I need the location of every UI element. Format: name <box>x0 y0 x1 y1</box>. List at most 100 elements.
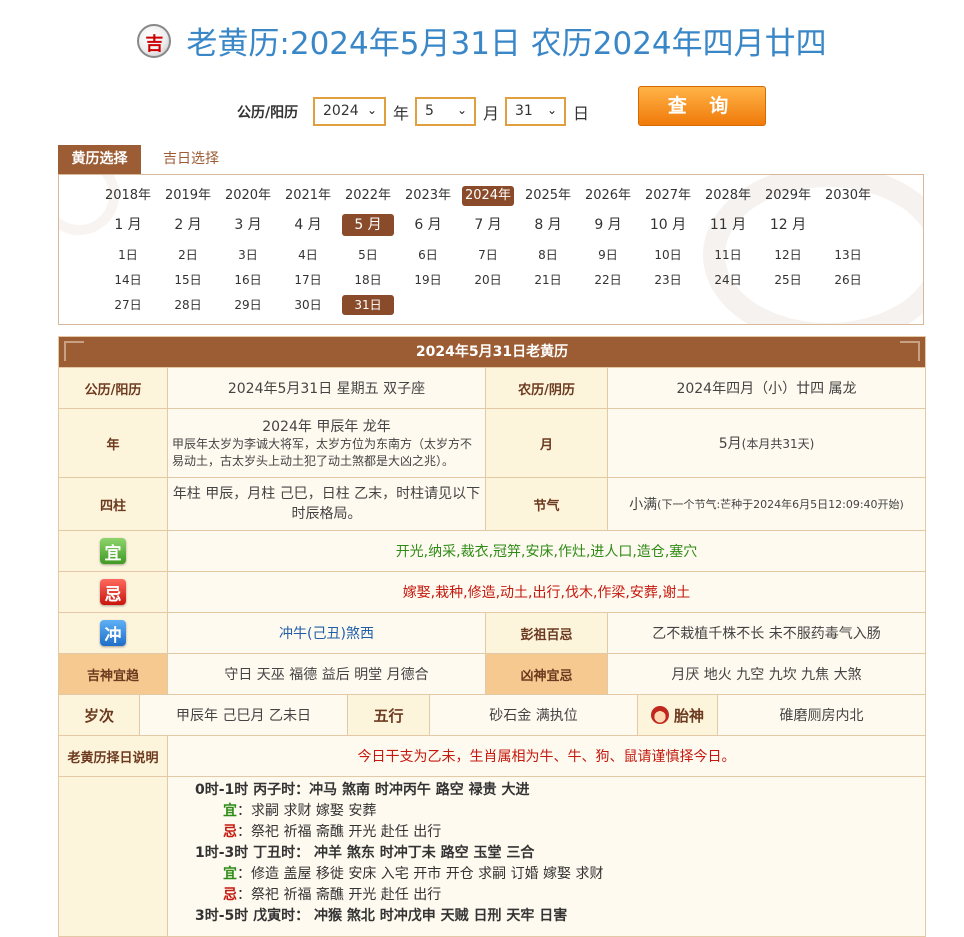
explain-value: 今日干支为乙未，生肖属相为牛、牛、狗、鼠请谨慎择今日。 <box>167 736 925 776</box>
hours-label-cell <box>59 777 167 936</box>
day-option[interactable]: 26日 <box>822 270 874 290</box>
day-option[interactable]: 24日 <box>702 270 754 290</box>
day-option[interactable]: 3日 <box>222 245 274 265</box>
day-option[interactable]: 31日 <box>342 295 394 315</box>
year-option[interactable]: 2026年 <box>582 186 634 206</box>
day-option[interactable]: 4日 <box>282 245 334 265</box>
month-main: 5月 <box>718 436 742 452</box>
day-option[interactable]: 11日 <box>702 245 754 265</box>
day-option[interactable]: 7日 <box>462 245 514 265</box>
month-option[interactable]: 4 月 <box>282 214 334 236</box>
day-option[interactable]: 25日 <box>762 270 814 290</box>
ji-icon-cell: 忌 <box>59 572 167 612</box>
day-option[interactable]: 18日 <box>342 270 394 290</box>
day-option[interactable]: 8日 <box>522 245 574 265</box>
day-option[interactable]: 5日 <box>342 245 394 265</box>
day-option[interactable]: 28日 <box>162 295 214 315</box>
year-option[interactable]: 2020年 <box>222 186 274 206</box>
lunar-label: 农历/阴历 <box>485 368 607 408</box>
month-option[interactable]: 6 月 <box>402 214 454 236</box>
year-option[interactable]: 2018年 <box>102 186 154 206</box>
ji-value: 嫁娶,栽种,修造,动土,出行,伐木,作梁,安葬,谢土 <box>167 572 925 612</box>
yi-value: 开光,纳采,裁衣,冠笄,安床,作灶,进人口,造仓,塞穴 <box>167 531 925 571</box>
xiongshen-label: 凶神宜忌 <box>485 654 607 694</box>
year-option[interactable]: 2028年 <box>702 186 754 206</box>
month-option[interactable]: 9 月 <box>582 214 634 236</box>
hour-head: 1时-3时 丁丑时： 冲羊 煞东 时冲丁未 路空 玉堂 三合 <box>195 845 535 861</box>
pillars-label: 四柱 <box>59 478 167 530</box>
tab-almanac[interactable]: 黄历选择 <box>58 145 141 174</box>
chong-value: 冲牛(己丑)煞西 <box>167 613 485 653</box>
year-option[interactable]: 2023年 <box>402 186 454 206</box>
wuxing-value: 砂石金 满执位 <box>429 695 637 735</box>
yi-icon: 宜 <box>100 538 126 564</box>
day-option[interactable]: 9日 <box>582 245 634 265</box>
day-option[interactable]: 29日 <box>222 295 274 315</box>
day-option[interactable]: 2日 <box>162 245 214 265</box>
day-option[interactable]: 13日 <box>822 245 874 265</box>
solar-term-label: 节气 <box>485 478 607 530</box>
month-option[interactable]: 7 月 <box>462 214 514 236</box>
year-option[interactable]: 2025年 <box>522 186 574 206</box>
year-option[interactable]: 2030年 <box>822 186 874 206</box>
day-option[interactable]: 6日 <box>402 245 454 265</box>
almanac-heading: 2024年5月31日老黄历 <box>59 337 925 367</box>
year-option[interactable]: 2029年 <box>762 186 814 206</box>
suici-value: 甲辰年 己巳月 乙未日 <box>139 695 347 735</box>
chong-icon: 冲 <box>100 620 126 646</box>
day-option[interactable]: 14日 <box>102 270 154 290</box>
year-option[interactable]: 2019年 <box>162 186 214 206</box>
month-option[interactable]: 2 月 <box>162 214 214 236</box>
chevron-down-icon: ⌄ <box>456 103 467 117</box>
pillars-value: 年柱 甲辰，月柱 己巳，日柱 乙末，时柱请见以下时辰格局。 <box>167 478 485 530</box>
year-option[interactable]: 2024年 <box>462 186 514 206</box>
month-option[interactable]: 12 月 <box>762 214 814 236</box>
day-option[interactable]: 12日 <box>762 245 814 265</box>
row-gods: 吉神宜趋 守日 天巫 福德 益后 明堂 月德合 凶神宜忌 月厌 地火 九空 九坎… <box>59 653 925 694</box>
pengzu-value: 乙不栽植千株不长 未不服药毒气入肠 <box>607 613 925 653</box>
year-note: 甲辰年太岁为李诚大将军，太岁方位为东南方（太岁方不易动土，古太岁头上动土犯了动土… <box>172 437 473 468</box>
month-option[interactable]: 8 月 <box>522 214 574 236</box>
year-option[interactable]: 2021年 <box>282 186 334 206</box>
taishen-cell: 胎神 <box>637 695 717 735</box>
month-option[interactable]: 10 月 <box>642 214 694 236</box>
pengzu-label: 彭祖百忌 <box>485 613 607 653</box>
year-select[interactable]: 2024 ⌄ <box>313 97 386 126</box>
day-option[interactable]: 23日 <box>642 270 694 290</box>
month-select[interactable]: 5 ⌄ <box>415 97 476 126</box>
year-cell: 2024年 甲辰年 龙年 甲辰年太岁为李诚大将军，太岁方位为东南方（太岁方不易动… <box>167 409 485 477</box>
day-select[interactable]: 31 ⌄ <box>505 97 566 126</box>
day-option[interactable]: 16日 <box>222 270 274 290</box>
day-option[interactable]: 27日 <box>102 295 154 315</box>
day-option[interactable]: 1日 <box>102 245 154 265</box>
day-option[interactable]: 10日 <box>642 245 694 265</box>
year-option[interactable]: 2027年 <box>642 186 694 206</box>
day-option[interactable]: 20日 <box>462 270 514 290</box>
solar-term-note: (下一个节气:芒种于2024年6月5日12:09:40开始) <box>657 498 904 511</box>
month-option[interactable]: 5 月 <box>342 214 394 236</box>
row-year-month: 年 2024年 甲辰年 龙年 甲辰年太岁为李诚大将军，太岁方位为东南方（太岁方不… <box>59 408 925 477</box>
ji-icon: 忌 <box>100 579 126 605</box>
hour-head: 0时-1时 丙子时：冲马 煞南 时冲丙午 路空 禄贵 大进 <box>195 782 530 798</box>
month-option[interactable]: 3 月 <box>222 214 274 236</box>
jishen-label: 吉神宜趋 <box>59 654 167 694</box>
row-chong: 冲 冲牛(己丑)煞西 彭祖百忌 乙不栽植千株不长 未不服药毒气入肠 <box>59 612 925 653</box>
month-option[interactable]: 1 月 <box>102 214 154 236</box>
query-button[interactable]: 查 询 <box>638 86 766 126</box>
year-option[interactable]: 2022年 <box>342 186 394 206</box>
day-option[interactable]: 17日 <box>282 270 334 290</box>
row-suici: 岁次 甲辰年 己巳月 乙未日 五行 砂石金 满执位 胎神 碓磨厕房内北 <box>59 694 925 735</box>
row-ji: 忌 嫁娶,栽种,修造,动土,出行,伐木,作梁,安葬,谢土 <box>59 571 925 612</box>
day-option[interactable]: 19日 <box>402 270 454 290</box>
suici-label: 岁次 <box>59 695 139 735</box>
day-option[interactable]: 22日 <box>582 270 634 290</box>
day-option[interactable]: 21日 <box>522 270 574 290</box>
day-option[interactable]: 15日 <box>162 270 214 290</box>
day-option[interactable]: 30日 <box>282 295 334 315</box>
jishen-value: 守日 天巫 福德 益后 明堂 月德合 <box>167 654 485 694</box>
gregorian-value: 2024年5月31日 星期五 双子座 <box>167 368 485 408</box>
chevron-down-icon: ⌄ <box>546 103 557 117</box>
month-cell: 5月 (本月共31天) <box>607 409 925 477</box>
month-option[interactable]: 11 月 <box>702 214 754 236</box>
tab-auspicious-day[interactable]: 吉日选择 <box>151 145 231 174</box>
